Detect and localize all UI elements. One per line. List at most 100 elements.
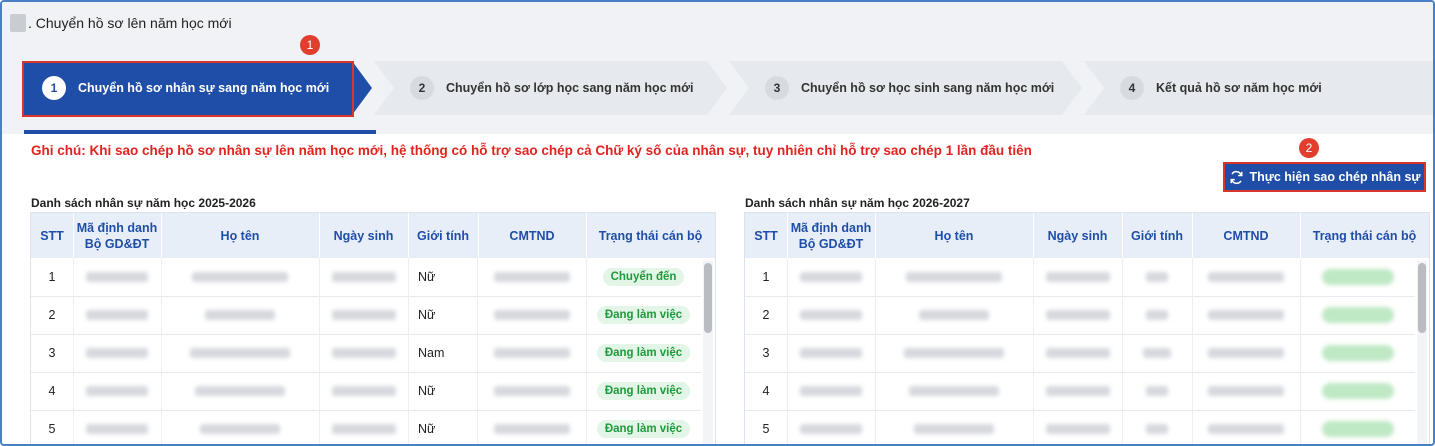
scrollbar-thumb[interactable] xyxy=(704,263,712,333)
cell-staff-status xyxy=(1300,334,1415,372)
table-row[interactable]: 3 Nam Đang làm việc xyxy=(31,334,701,373)
cell-birth-date xyxy=(319,410,409,444)
callout-badge-1: 1 xyxy=(300,35,320,55)
page-title-wrap: . Chuyển hồ sơ lên năm học mới xyxy=(10,14,232,32)
col-ministry-id: Mã định danh Bộ GD&ĐT xyxy=(73,213,162,258)
right-staff-table: STT Mã định danh Bộ GD&ĐT Họ tên Ngày si… xyxy=(744,212,1430,444)
cell-stt: 3 xyxy=(31,334,74,372)
status-badge: Đang làm việc xyxy=(596,306,691,324)
cell-ministry-id xyxy=(787,258,876,296)
table-row[interactable]: 2 xyxy=(745,296,1415,335)
cell-ministry-id xyxy=(73,258,162,296)
cell-gender: Nữ xyxy=(408,258,478,296)
col-full-name: Họ tên xyxy=(875,213,1034,258)
cell-gender: Nữ xyxy=(408,410,478,444)
step-number: 4 xyxy=(1120,76,1144,100)
col-stt: STT xyxy=(745,213,788,258)
copy-staff-button[interactable]: Thực hiện sao chép nhân sự xyxy=(1223,162,1426,192)
cell-full-name xyxy=(161,296,320,334)
table-row[interactable]: 5 Nữ Đang làm việc xyxy=(31,410,701,444)
callout-badge-2: 2 xyxy=(1299,138,1319,158)
table-header: STT Mã định danh Bộ GD&ĐT Họ tên Ngày si… xyxy=(745,213,1429,258)
step-label: Kết quả hồ sơ năm học mới xyxy=(1156,81,1322,95)
cell-full-name xyxy=(161,258,320,296)
cell-full-name xyxy=(875,296,1034,334)
cell-ministry-id xyxy=(787,372,876,410)
cell-birth-date xyxy=(319,372,409,410)
step-label: Chuyển hồ sơ lớp học sang năm học mới xyxy=(446,81,694,95)
cell-ministry-id xyxy=(73,334,162,372)
cell-gender: Nữ xyxy=(408,296,478,334)
cell-stt: 1 xyxy=(31,258,74,296)
table-row[interactable]: 1 xyxy=(745,258,1415,297)
cell-ministry-id xyxy=(787,410,876,444)
cell-gender xyxy=(1122,334,1193,372)
col-stt: STT xyxy=(31,213,74,258)
cell-stt: 4 xyxy=(31,372,74,410)
cell-stt: 1 xyxy=(745,258,788,296)
cell-stt: 2 xyxy=(745,296,788,334)
copy-staff-button-label: Thực hiện sao chép nhân sự xyxy=(1249,170,1421,184)
cell-full-name xyxy=(875,258,1034,296)
cell-birth-date xyxy=(1033,410,1123,444)
status-badge: Chuyển đến xyxy=(602,268,685,286)
cell-gender xyxy=(1122,372,1193,410)
cell-ministry-id xyxy=(73,410,162,444)
cell-id-card xyxy=(1192,410,1301,444)
step-number: 3 xyxy=(765,76,789,100)
cell-staff-status: Đang làm việc xyxy=(586,410,701,444)
cell-staff-status xyxy=(1300,410,1415,444)
cell-staff-status xyxy=(1300,296,1415,334)
col-id-card: CMTND xyxy=(478,213,587,258)
left-staff-table: STT Mã định danh Bộ GD&ĐT Họ tên Ngày si… xyxy=(30,212,716,444)
cell-id-card xyxy=(1192,296,1301,334)
scrollbar-thumb[interactable] xyxy=(1418,263,1426,333)
cell-birth-date xyxy=(1033,296,1123,334)
col-staff-status: Trạng thái cán bộ xyxy=(598,228,703,243)
cell-full-name xyxy=(161,372,320,410)
cell-full-name xyxy=(875,372,1034,410)
cell-stt: 5 xyxy=(31,410,74,444)
step-number: 2 xyxy=(410,76,434,100)
cell-id-card xyxy=(478,296,587,334)
col-staff-status: Trạng thái cán bộ xyxy=(1312,228,1417,243)
cell-birth-date xyxy=(319,258,409,296)
page-title: . Chuyển hồ sơ lên năm học mới xyxy=(28,15,232,31)
table-row[interactable]: 2 Nữ Đang làm việc xyxy=(31,296,701,335)
left-list-title: Danh sách nhân sự năm học 2025-2026 xyxy=(31,196,256,210)
step-3[interactable]: 3 Chuyển hồ sơ học sinh sang năm học mới xyxy=(729,61,1082,115)
cell-ministry-id xyxy=(73,296,162,334)
cell-staff-status: Đang làm việc xyxy=(586,334,701,372)
status-badge: Đang làm việc xyxy=(596,382,691,400)
table-header: STT Mã định danh Bộ GD&ĐT Họ tên Ngày si… xyxy=(31,213,715,258)
note-text: Ghi chú: Khi sao chép hồ sơ nhân sự lên … xyxy=(31,143,1032,158)
left-table-scrollbar[interactable] xyxy=(703,261,713,444)
step-1[interactable]: 1 Chuyển hồ sơ nhân sự sang năm học mới xyxy=(22,61,372,115)
cell-staff-status: Chuyển đến xyxy=(586,258,701,296)
col-birth-date: Ngày sinh xyxy=(1033,213,1123,258)
cell-birth-date xyxy=(319,334,409,372)
table-row[interactable]: 3 xyxy=(745,334,1415,373)
col-id-card: CMTND xyxy=(1192,213,1301,258)
cell-full-name xyxy=(161,410,320,444)
header-area: . Chuyển hồ sơ lên năm học mới 1 Chuyển … xyxy=(2,2,1433,134)
cell-ministry-id xyxy=(787,334,876,372)
right-table-scrollbar[interactable] xyxy=(1417,261,1427,444)
status-badge: Đang làm việc xyxy=(596,420,691,438)
status-badge: Đang làm việc xyxy=(596,344,691,362)
step-4[interactable]: 4 Kết quả hồ sơ năm học mới xyxy=(1084,61,1433,115)
step-number: 1 xyxy=(42,76,66,100)
cell-id-card xyxy=(1192,334,1301,372)
step-2[interactable]: 2 Chuyển hồ sơ lớp học sang năm học mới xyxy=(374,61,727,115)
sync-icon xyxy=(1230,170,1243,184)
right-list-title: Danh sách nhân sự năm học 2026-2027 xyxy=(745,196,970,210)
cell-id-card xyxy=(1192,372,1301,410)
col-ministry-id: Mã định danh Bộ GD&ĐT xyxy=(787,213,876,258)
cell-stt: 2 xyxy=(31,296,74,334)
table-row[interactable]: 4 xyxy=(745,372,1415,411)
cell-staff-status xyxy=(1300,258,1415,296)
table-row[interactable]: 4 Nữ Đang làm việc xyxy=(31,372,701,411)
table-row[interactable]: 5 xyxy=(745,410,1415,444)
col-gender: Giới tính xyxy=(408,213,479,258)
table-row[interactable]: 1 Nữ Chuyển đến xyxy=(31,258,701,297)
